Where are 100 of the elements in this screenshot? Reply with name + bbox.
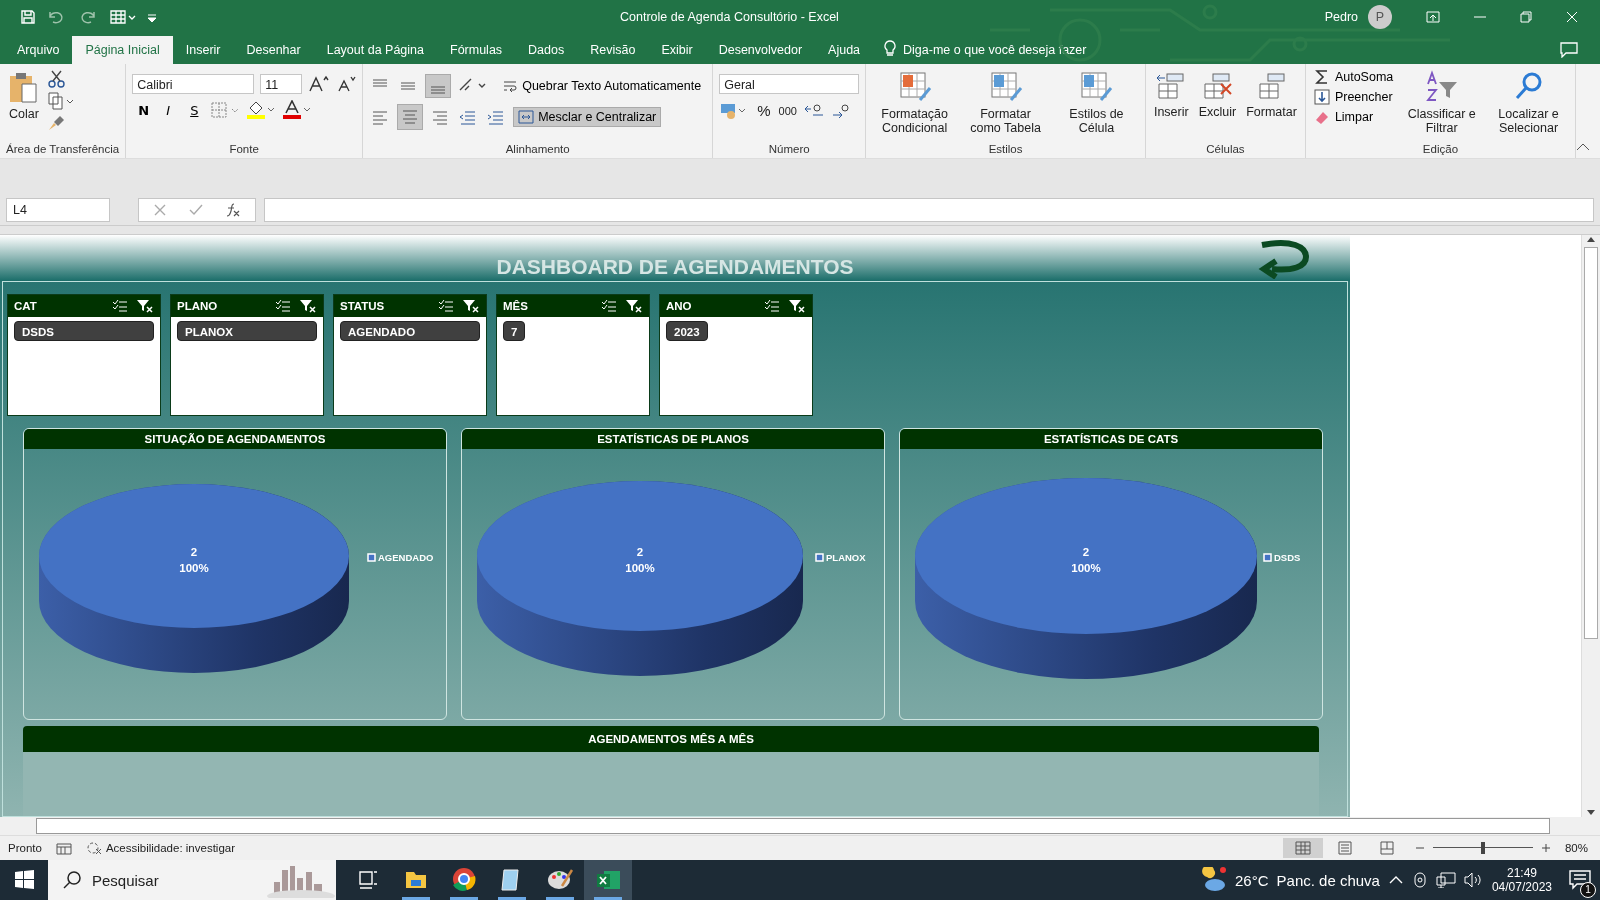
- search-field[interactable]: Pesquisar: [90, 870, 244, 890]
- slicer-title: MÊS: [503, 300, 529, 312]
- camera-icon[interactable]: [1411, 871, 1428, 889]
- ribbon-tab[interactable]: Desenvolvedor: [705, 36, 816, 64]
- copy-icon[interactable]: [48, 92, 74, 110]
- percent-button[interactable]: %: [755, 100, 773, 121]
- slicer-item[interactable]: 2023: [666, 321, 708, 341]
- ribbon-button[interactable]: Formatar: [1246, 105, 1297, 119]
- ribbon-button[interactable]: Inserir: [1153, 105, 1189, 119]
- function-icon[interactable]: [225, 203, 241, 217]
- legend-label: AGENDADO: [378, 552, 434, 563]
- close-icon[interactable]: [1566, 10, 1578, 24]
- user-avatar[interactable]: P: [1368, 5, 1392, 29]
- ribbon-button[interactable]: Preencher: [1311, 88, 1396, 106]
- ribbon-button[interactable]: Classificar e Filtrar: [1403, 107, 1481, 135]
- weather-cloud-icon[interactable]: [1201, 867, 1227, 893]
- font-name-field[interactable]: Calibri: [132, 74, 255, 94]
- clear-filter-icon[interactable]: [299, 299, 317, 313]
- align-center-icon[interactable]: [397, 104, 424, 130]
- merge-center-button[interactable]: Mesclar e Centralizar: [513, 107, 662, 127]
- ribbon-tab[interactable]: Arquivo: [4, 36, 73, 64]
- check-icon[interactable]: [189, 203, 203, 217]
- accessibility-status[interactable]: Acessibilidade: investigar: [85, 841, 235, 855]
- align-bottom-icon[interactable]: [425, 74, 452, 98]
- ribbon-tab[interactable]: Fórmulas: [437, 36, 516, 64]
- clock-time[interactable]: 21:49: [1506, 866, 1537, 880]
- ribbon-tab[interactable]: Dados: [515, 36, 578, 64]
- clear-filter-icon[interactable]: [788, 299, 806, 313]
- multi-select-icon[interactable]: [112, 299, 128, 313]
- formula-field[interactable]: [264, 198, 1594, 222]
- ribbon-button[interactable]: Formatação Condicional: [874, 107, 956, 135]
- slicer-item[interactable]: AGENDADO: [340, 321, 480, 341]
- number-format-field[interactable]: Geral: [719, 74, 860, 94]
- conditional-format-icon[interactable]: [897, 70, 932, 104]
- shrink-font-icon[interactable]: [336, 75, 357, 93]
- ribbon-button[interactable]: Limpar: [1311, 108, 1396, 126]
- clock-date[interactable]: 04/07/2023: [1491, 880, 1552, 894]
- wrap-text-button[interactable]: Quebrar Texto Automaticamente: [497, 75, 707, 97]
- multi-select-icon[interactable]: [275, 299, 291, 313]
- multi-select-icon[interactable]: [601, 299, 617, 313]
- back-arrow-icon[interactable]: [1258, 239, 1310, 279]
- sort-filter-icon[interactable]: [1424, 70, 1459, 104]
- clear-filter-icon[interactable]: [462, 299, 480, 313]
- temperature[interactable]: 26°C: [1235, 871, 1269, 889]
- cell-styles-icon[interactable]: [1079, 70, 1114, 104]
- bold-button[interactable]: N: [132, 101, 153, 119]
- zoom-level[interactable]: 80%: [1564, 842, 1588, 854]
- multi-select-icon[interactable]: [438, 299, 454, 313]
- underline-button[interactable]: S: [184, 101, 205, 119]
- taskbar-search-field[interactable]: Pesquisar: [48, 860, 336, 900]
- ribbon-button[interactable]: Localizar e Selecionar: [1490, 107, 1567, 135]
- ribbon-tab[interactable]: Ajuda: [815, 36, 874, 64]
- spreadsheet-app-icon[interactable]: [584, 860, 632, 900]
- brush-icon[interactable]: [48, 114, 66, 132]
- save-icon[interactable]: [20, 9, 36, 25]
- ribbon-tab[interactable]: Inserir: [172, 36, 234, 64]
- comment-icon[interactable]: [1560, 42, 1578, 58]
- macro-icon[interactable]: [55, 841, 72, 855]
- collapse-ribbon-icon[interactable]: [1576, 142, 1590, 152]
- clear-filter-icon[interactable]: [136, 299, 154, 313]
- zoom-in-icon[interactable]: [1540, 843, 1551, 853]
- ribbon-button[interactable]: Excluir: [1198, 105, 1237, 119]
- grow-font-icon[interactable]: [308, 75, 331, 93]
- ribbon-tab[interactable]: Página Inicial: [72, 36, 173, 64]
- ribbon-tab[interactable]: Desenhar: [233, 36, 314, 64]
- restore-icon[interactable]: [1520, 10, 1532, 24]
- sum-icon: [1313, 69, 1330, 85]
- horizontal-scrollbar[interactable]: [36, 818, 1550, 834]
- paste-button[interactable]: Colar: [9, 107, 39, 121]
- fill-color-icon[interactable]: [246, 100, 277, 120]
- slicer-item[interactable]: PLANOX: [177, 321, 317, 341]
- font-size-field[interactable]: 11: [260, 74, 303, 94]
- clear-filter-icon[interactable]: [625, 299, 643, 313]
- slicer-item[interactable]: DSDS: [14, 321, 154, 341]
- font-color-icon[interactable]: [282, 100, 313, 120]
- name-box[interactable]: L4: [6, 198, 110, 222]
- table-icon[interactable]: [110, 9, 136, 25]
- ribbon-button[interactable]: Estilos de Célula: [1056, 107, 1137, 135]
- ribbon-tab[interactable]: Layout da Página: [313, 36, 437, 64]
- format-table-icon[interactable]: [988, 70, 1023, 104]
- delete-cells-icon[interactable]: [1201, 70, 1234, 102]
- network-icon[interactable]: [1435, 872, 1456, 888]
- ribbon-button[interactable]: Formatar como Tabela: [965, 107, 1046, 135]
- scissors-icon[interactable]: [48, 70, 66, 88]
- slicer-item[interactable]: 7: [503, 321, 526, 341]
- ribbon-tab[interactable]: Revisão: [577, 36, 649, 64]
- zoom-thumb[interactable]: [1480, 842, 1485, 854]
- normal-view-icon[interactable]: [1282, 838, 1323, 858]
- ribbon-button[interactable]: AutoSoma: [1311, 68, 1396, 86]
- ribbon-tab[interactable]: Exibir: [648, 36, 706, 64]
- ribbon-display-icon[interactable]: [1426, 10, 1440, 24]
- italic-button[interactable]: I: [158, 101, 179, 119]
- clipboard-icon[interactable]: [8, 70, 40, 104]
- weather-text[interactable]: Panc. de chuva: [1276, 871, 1380, 889]
- speaker-icon[interactable]: [1463, 872, 1484, 888]
- thousands-button[interactable]: 000: [778, 104, 797, 117]
- multi-select-icon[interactable]: [764, 299, 780, 313]
- tell-me-field[interactable]: Diga-me o que você deseja fazer: [903, 36, 1087, 64]
- vertical-scrollbar[interactable]: [1581, 235, 1600, 817]
- scroll-up-icon[interactable]: [1586, 235, 1596, 245]
